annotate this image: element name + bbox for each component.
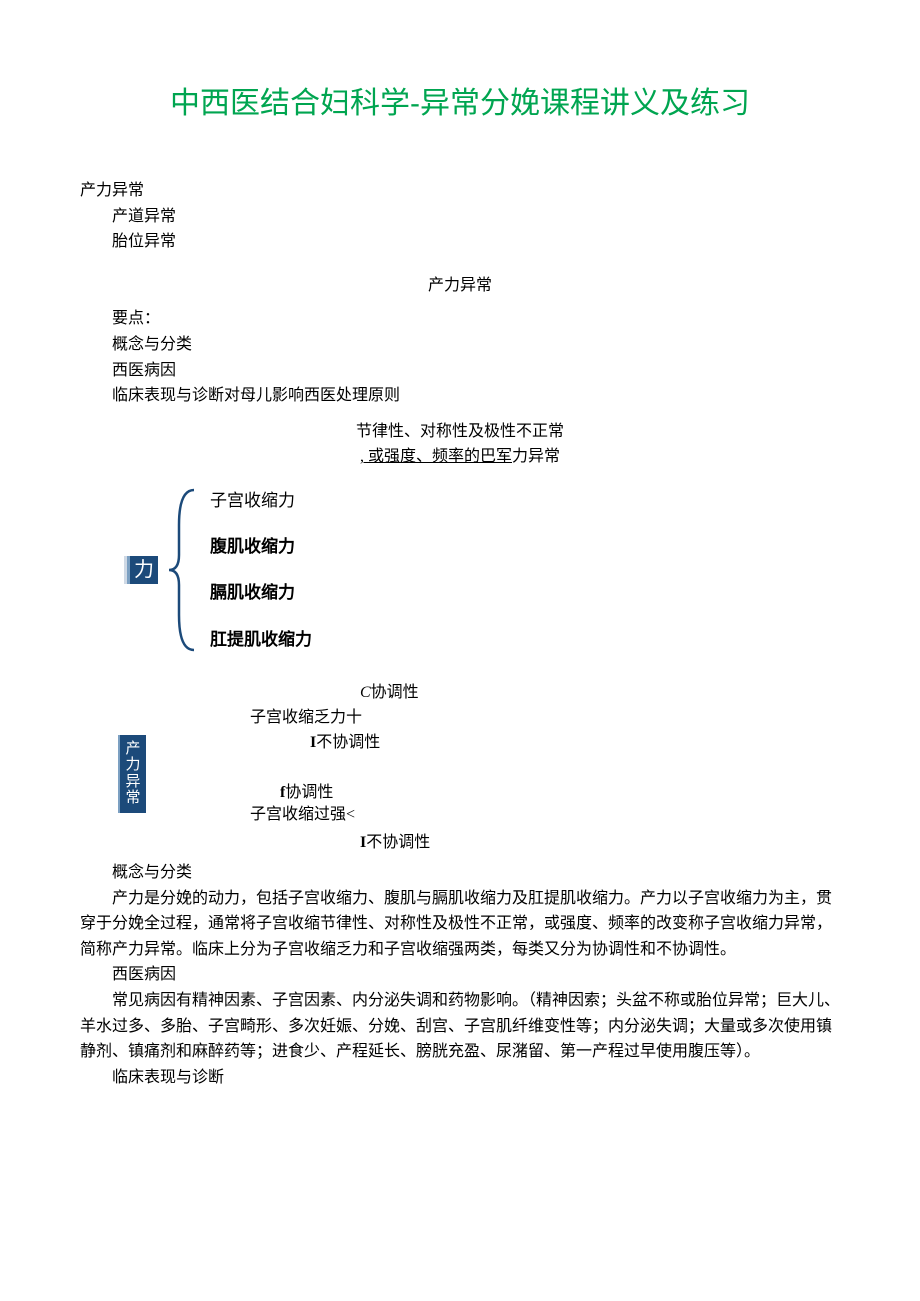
point-3: 临床表现与诊断对母儿影响西医处理原则 bbox=[80, 383, 840, 409]
point-2: 西医病因 bbox=[80, 358, 840, 384]
body-h3: 临床表现与诊断 bbox=[80, 1065, 840, 1091]
diag2-line3: I不协调性 bbox=[310, 730, 380, 756]
diagram1-note2b: 力异常 bbox=[512, 448, 560, 465]
point-1: 概念与分类 bbox=[80, 332, 840, 358]
diag1-item-4: 肛提肌收缩力 bbox=[210, 624, 312, 655]
diag2-line3b: 不协调性 bbox=[316, 734, 380, 751]
diag2-line6: I不协调性 bbox=[360, 830, 430, 856]
diag2-line6b: 不协调性 bbox=[366, 834, 430, 851]
diag2-line2: 子宫收缩乏力十 bbox=[250, 705, 362, 731]
diag1-item-1: 子宫收缩力 bbox=[210, 485, 312, 516]
points-label: 要点： bbox=[80, 306, 840, 332]
diag2-line1a: C bbox=[360, 684, 371, 701]
diag2-line5: 子宫收缩过强< bbox=[250, 802, 355, 828]
diag2-line1b: 协调性 bbox=[371, 684, 419, 701]
body-p1: 产力是分娩的动力，包括子宫收缩力、腹肌与膈肌收缩力及肛提肌收缩力。产力以子宫收缩… bbox=[80, 886, 840, 963]
diag1-item-2: 腹肌收缩力 bbox=[210, 531, 312, 562]
section-heading: 产力异常 bbox=[80, 273, 840, 299]
diag2-line4b: 协调性 bbox=[285, 784, 333, 801]
intro-line-2: 产道异常 bbox=[80, 204, 840, 230]
force-box-icon: 力 bbox=[130, 556, 158, 584]
diagram1-items: 子宫收缩力 腹肌收缩力 膈肌收缩力 肛提肌收缩力 bbox=[210, 485, 312, 655]
intro-line-3: 胎位异常 bbox=[80, 229, 840, 255]
diagram1-note2a: , 或强度、频率的巴军 bbox=[360, 448, 512, 465]
abnormal-pill-icon: 产力异常 bbox=[120, 735, 146, 813]
page-title: 中西医结合妇科学-异常分娩课程讲义及练习 bbox=[80, 80, 840, 128]
diagram1-note1: 节律性、对称性及极性不正常 bbox=[80, 419, 840, 445]
body-h1: 概念与分类 bbox=[80, 860, 840, 886]
body-p2: 常见病因有精神因素、子宫因素、内分泌失调和药物影响。（精神因索；头盆不称或胎位异… bbox=[80, 988, 840, 1065]
body-h2: 西医病因 bbox=[80, 962, 840, 988]
diagram-force: 力 子宫收缩力 腹肌收缩力 膈肌收缩力 肛提肌收缩力 bbox=[130, 480, 840, 660]
brace-icon bbox=[164, 485, 204, 655]
diagram1-note2: , 或强度、频率的巴军力异常 bbox=[80, 444, 840, 470]
intro-line-1: 产力异常 bbox=[80, 178, 840, 204]
diagram-abnormal: C协调性 子宫收缩乏力十 I不协调性 产力异常 f协调性 子宫收缩过强< I不协… bbox=[120, 680, 840, 850]
diag1-item-3: 膈肌收缩力 bbox=[210, 577, 312, 608]
diag2-line1: C协调性 bbox=[360, 680, 419, 706]
